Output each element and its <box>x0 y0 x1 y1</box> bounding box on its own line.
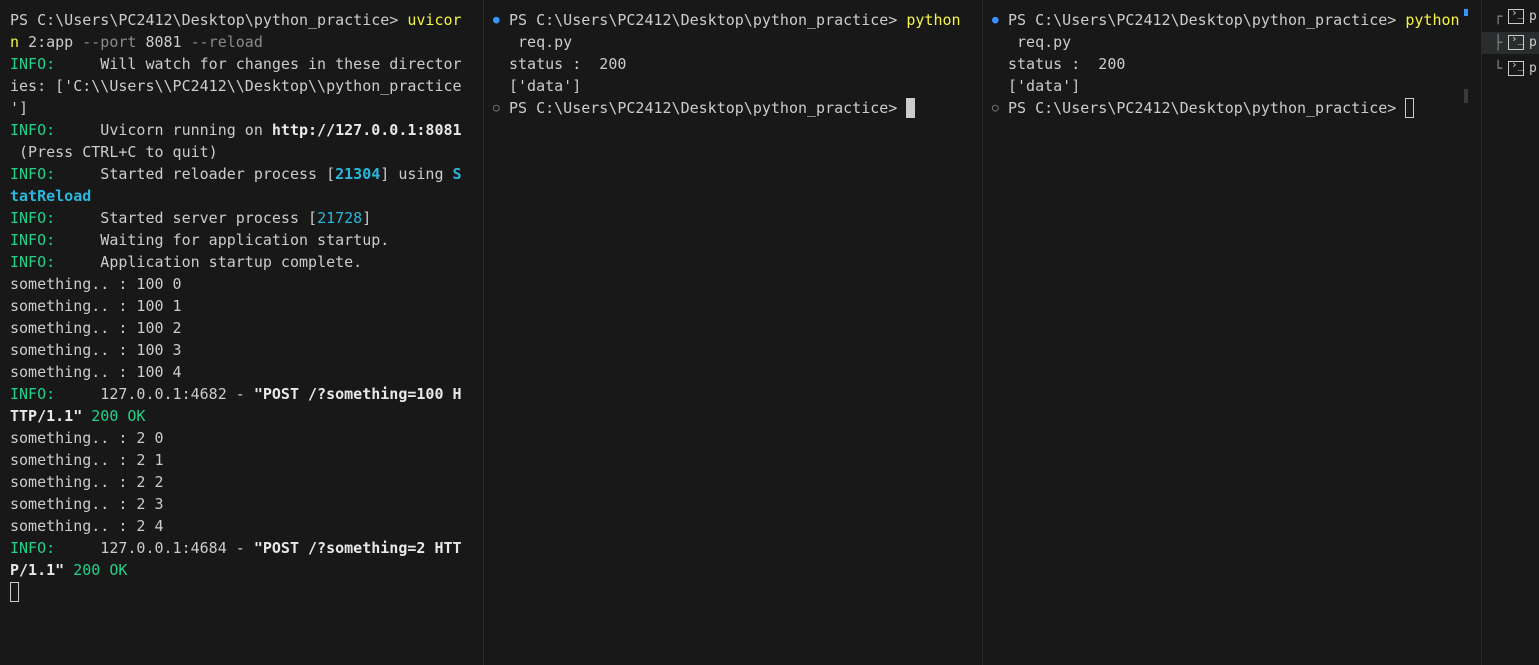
terminal-line: status : 200 <box>1008 55 1126 73</box>
terminal-line <box>10 581 461 603</box>
terminal-line: INFO: 127.0.0.1:4682 - "POST /?something… <box>10 385 461 403</box>
command-empty-circle-icon[interactable]: ○ <box>992 97 999 119</box>
terminal-output: ● PS C:\Users\PC2412\Desktop\python_pract… <box>493 9 961 119</box>
terminal-pane-server[interactable]: PS C:\Users\PC2412\Desktop\python_practi… <box>0 0 467 665</box>
terminal-line: INFO: Uvicorn running on http://127.0.0.… <box>10 121 461 139</box>
command-success-dot-icon[interactable]: ● <box>992 9 999 31</box>
terminal-line: INFO: 127.0.0.1:4684 - "POST /?something… <box>10 539 461 557</box>
terminal-line: something.. : 2 3 <box>10 495 164 513</box>
tree-connector-middle-icon: ├ <box>1494 35 1503 51</box>
terminal-line: INFO: Waiting for application startup. <box>10 231 390 249</box>
terminal-line: req.py <box>1008 33 1072 51</box>
terminal-line: req.py <box>509 33 573 51</box>
terminal-line: something.. : 100 0 <box>10 275 182 293</box>
tree-connector-bottom-icon: └ <box>1494 61 1503 77</box>
terminal-line: n 2:app --port 8081 --reload <box>10 33 263 51</box>
scroll-indicator <box>1464 9 1468 16</box>
terminal-output: PS C:\Users\PC2412\Desktop\python_practi… <box>10 9 461 603</box>
terminal-line: ● PS C:\Users\PC2412\Desktop\python_pract… <box>992 11 1460 29</box>
terminal-cursor <box>906 98 916 118</box>
terminal-line: INFO: Started server process [21728] <box>10 209 372 227</box>
terminal-line: something.. : 100 2 <box>10 319 182 337</box>
terminal-pane-client-1[interactable]: ● PS C:\Users\PC2412\Desktop\python_pract… <box>484 0 965 665</box>
command-empty-circle-icon[interactable]: ○ <box>493 97 500 119</box>
terminal-line: something.. : 100 3 <box>10 341 182 359</box>
terminal-line: '] <box>10 99 29 117</box>
terminal-line: something.. : 2 0 <box>10 429 164 447</box>
terminal-tab-label: p <box>1529 61 1537 76</box>
terminal-tab-label: p <box>1529 35 1537 50</box>
tree-connector-top-icon: ┌ <box>1494 9 1503 25</box>
terminal-tabs-list: ┌ p ├ p └ p <box>1482 0 1539 665</box>
terminal-line: something.. : 100 1 <box>10 297 182 315</box>
command-success-dot-icon[interactable]: ● <box>493 9 500 31</box>
terminal-line: something.. : 2 1 <box>10 451 164 469</box>
terminal-cursor <box>10 582 19 602</box>
terminal-icon <box>1508 32 1524 50</box>
terminal-icon <box>1508 6 1524 24</box>
terminal-tab-3[interactable]: └ p <box>1482 58 1539 80</box>
terminal-line: something.. : 100 4 <box>10 363 182 381</box>
terminal-line: (Press CTRL+C to quit) <box>10 143 218 161</box>
terminal-line: something.. : 2 2 <box>10 473 164 491</box>
terminal-line: ies: ['C:\\Users\\PC2412\\Desktop\\pytho… <box>10 77 461 95</box>
terminal-line: ['data'] <box>509 77 582 95</box>
terminal-line: P/1.1" 200 OK <box>10 561 128 579</box>
terminal-line: ['data'] <box>1008 77 1081 95</box>
terminal-tab-label: p <box>1529 9 1537 24</box>
terminal-icon <box>1508 58 1524 76</box>
terminal-line: something.. : 2 4 <box>10 517 164 535</box>
terminal-line: ○ PS C:\Users\PC2412\Desktop\python_pract… <box>992 97 1475 119</box>
terminal-line: tatReload <box>10 187 92 205</box>
scrollbar-thumb[interactable] <box>1464 89 1468 103</box>
terminal-line: status : 200 <box>509 55 627 73</box>
terminal-output: ● PS C:\Users\PC2412\Desktop\python_pract… <box>992 9 1475 119</box>
terminal-line: INFO: Application startup complete. <box>10 253 363 271</box>
terminal-line: INFO: Started reloader process [21304] u… <box>10 165 461 183</box>
terminal-pane-client-2[interactable]: ● PS C:\Users\PC2412\Desktop\python_pract… <box>983 0 1481 665</box>
terminal-tab-2[interactable]: ├ p <box>1482 32 1539 54</box>
terminal-line: ○ PS C:\Users\PC2412\Desktop\python_pract… <box>493 97 959 119</box>
terminal-line: PS C:\Users\PC2412\Desktop\python_practi… <box>10 11 461 29</box>
terminal-line: INFO: Will watch for changes in these di… <box>10 55 461 73</box>
terminal-line: ● PS C:\Users\PC2412\Desktop\python_pract… <box>493 11 961 29</box>
terminal-tab-1[interactable]: ┌ p <box>1482 6 1539 28</box>
terminal-line: TTP/1.1" 200 OK <box>10 407 146 425</box>
terminal-cursor <box>1405 98 1415 118</box>
